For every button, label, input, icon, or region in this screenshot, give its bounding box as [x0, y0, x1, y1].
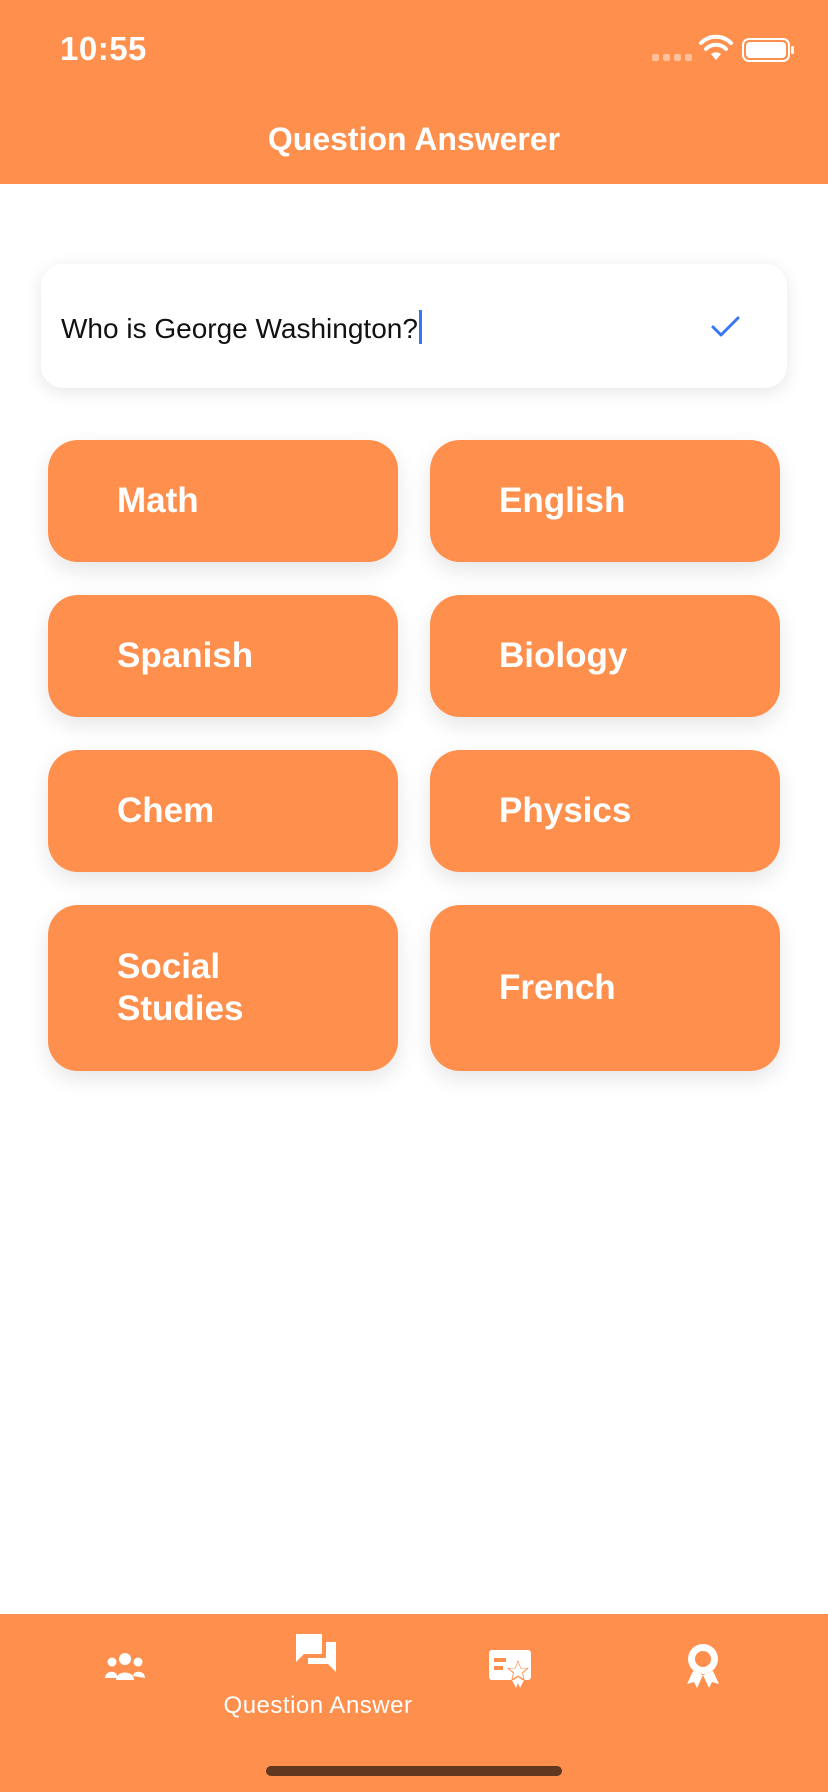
tab-flashcards[interactable]: [430, 1614, 630, 1734]
header-bar: 10:55 Question Answerer: [0, 0, 828, 184]
home-indicator[interactable]: [266, 1766, 562, 1776]
battery-icon: [742, 38, 794, 62]
subject-button-spanish[interactable]: Spanish: [48, 595, 398, 717]
tab-achievements[interactable]: [620, 1614, 820, 1734]
group-icon: [105, 1653, 145, 1680]
tab-label-question-answer: Question Answer: [223, 1692, 413, 1719]
subject-button-biology[interactable]: Biology: [430, 595, 780, 717]
chat-bubbles-icon: [296, 1634, 336, 1672]
tab-question-answer[interactable]: Question Answer: [208, 1614, 428, 1734]
subject-button-social-studies[interactable]: Social Studies: [48, 905, 398, 1071]
flashcard-star-icon: [489, 1650, 531, 1688]
text-caret: [418, 310, 422, 344]
question-input[interactable]: Who is George Washington?: [61, 310, 422, 345]
screen: 10:55 Question Answerer Who is George Wa…: [0, 0, 828, 1792]
subject-button-french[interactable]: French: [430, 905, 780, 1071]
subject-button-physics[interactable]: Physics: [430, 750, 780, 872]
award-ribbon-icon: [687, 1644, 719, 1688]
tab-group[interactable]: [20, 1614, 230, 1734]
subject-button-chem[interactable]: Chem: [48, 750, 398, 872]
checkmark-icon[interactable]: [707, 308, 743, 344]
page-title: Question Answerer: [267, 121, 561, 157]
question-input-value: Who is George Washington?: [61, 313, 418, 344]
cellular-signal-icon: [652, 54, 692, 61]
subject-button-math[interactable]: Math: [48, 440, 398, 562]
wifi-icon: [699, 34, 733, 60]
question-input-card[interactable]: Who is George Washington?: [41, 264, 787, 388]
subject-button-english[interactable]: English: [430, 440, 780, 562]
status-time: 10:55: [60, 30, 147, 67]
